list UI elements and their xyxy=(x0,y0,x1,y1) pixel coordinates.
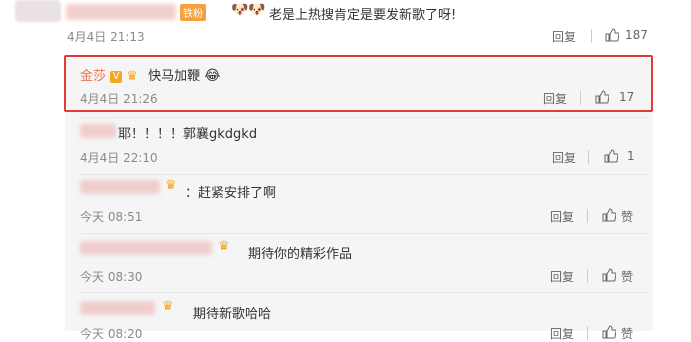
thumbs-up-icon[interactable] xyxy=(602,325,616,339)
reply-text: 耶！！！！郭襄gkdgkd xyxy=(118,127,258,142)
divider-line xyxy=(80,292,648,293)
comment-text: 老是上热搜肯定是要发新歌了呀! xyxy=(269,8,457,23)
like-count: 17 xyxy=(619,90,635,104)
reply-button[interactable]: 回复 xyxy=(550,325,574,342)
like-label: 赞 xyxy=(621,270,634,284)
divider xyxy=(587,326,588,340)
fan-badge-icon: ♛ xyxy=(218,239,230,254)
thumbs-up-icon[interactable] xyxy=(605,28,619,42)
like-label: 赞 xyxy=(621,210,634,224)
blurred-username xyxy=(80,241,212,255)
reply-time: 4月4日 22:10 xyxy=(80,151,158,165)
reply-time: 今天 08:20 xyxy=(80,327,143,341)
reply-button[interactable]: 回复 xyxy=(550,208,574,225)
reply-button[interactable]: 回复 xyxy=(552,28,576,45)
thumbs-up-icon[interactable] xyxy=(595,90,609,104)
thumbs-up-icon[interactable] xyxy=(602,268,616,282)
emoji-icon: 😂 xyxy=(204,68,221,84)
verified-icon: V xyxy=(110,70,123,83)
reply-author[interactable]: 金莎 xyxy=(80,69,106,84)
blurred-username xyxy=(80,124,116,138)
like-count: 1 xyxy=(627,149,635,163)
divider xyxy=(580,91,581,105)
reply-text: 期待你的精彩作品 xyxy=(248,247,353,262)
fan-badge-icon: ♛ xyxy=(162,299,174,314)
comment-time: 4月4日 21:13 xyxy=(67,30,145,44)
reply-time: 今天 08:51 xyxy=(80,210,143,224)
blurred-username xyxy=(80,180,160,194)
like-count: 187 xyxy=(625,28,648,42)
divider xyxy=(587,209,588,223)
divider xyxy=(588,150,589,164)
blurred-username xyxy=(80,301,155,315)
reply-row: 金莎 V ♛ 快马加鞭 😂 xyxy=(80,65,221,84)
fan-badge-icon: ♛ xyxy=(126,69,138,84)
thumbs-up-icon[interactable] xyxy=(604,149,618,163)
reply-time: 4月4日 21:26 xyxy=(80,92,158,106)
reply-text: ：赶紧安排了啊 xyxy=(185,186,277,201)
divider xyxy=(587,269,588,283)
divider-line xyxy=(80,233,648,234)
fan-badge: 铁粉 xyxy=(180,4,206,21)
emoji-icon: 🐶🐶 xyxy=(231,2,266,18)
reply-button[interactable]: 回复 xyxy=(543,90,567,107)
blurred-username xyxy=(66,4,176,20)
reply-time: 今天 08:30 xyxy=(80,270,143,284)
like-label: 赞 xyxy=(621,327,634,341)
reply-text: 期待新歌哈哈 xyxy=(193,307,272,322)
reply-button[interactable]: 回复 xyxy=(550,268,574,285)
fan-badge-icon: ♛ xyxy=(165,178,177,193)
reply-button[interactable]: 回复 xyxy=(552,149,576,166)
divider-line xyxy=(80,174,648,175)
divider-line xyxy=(80,117,648,118)
thumbs-up-icon[interactable] xyxy=(602,208,616,222)
divider xyxy=(591,29,592,43)
reply-text: 快马加鞭 xyxy=(148,69,201,84)
avatar[interactable] xyxy=(15,0,61,22)
